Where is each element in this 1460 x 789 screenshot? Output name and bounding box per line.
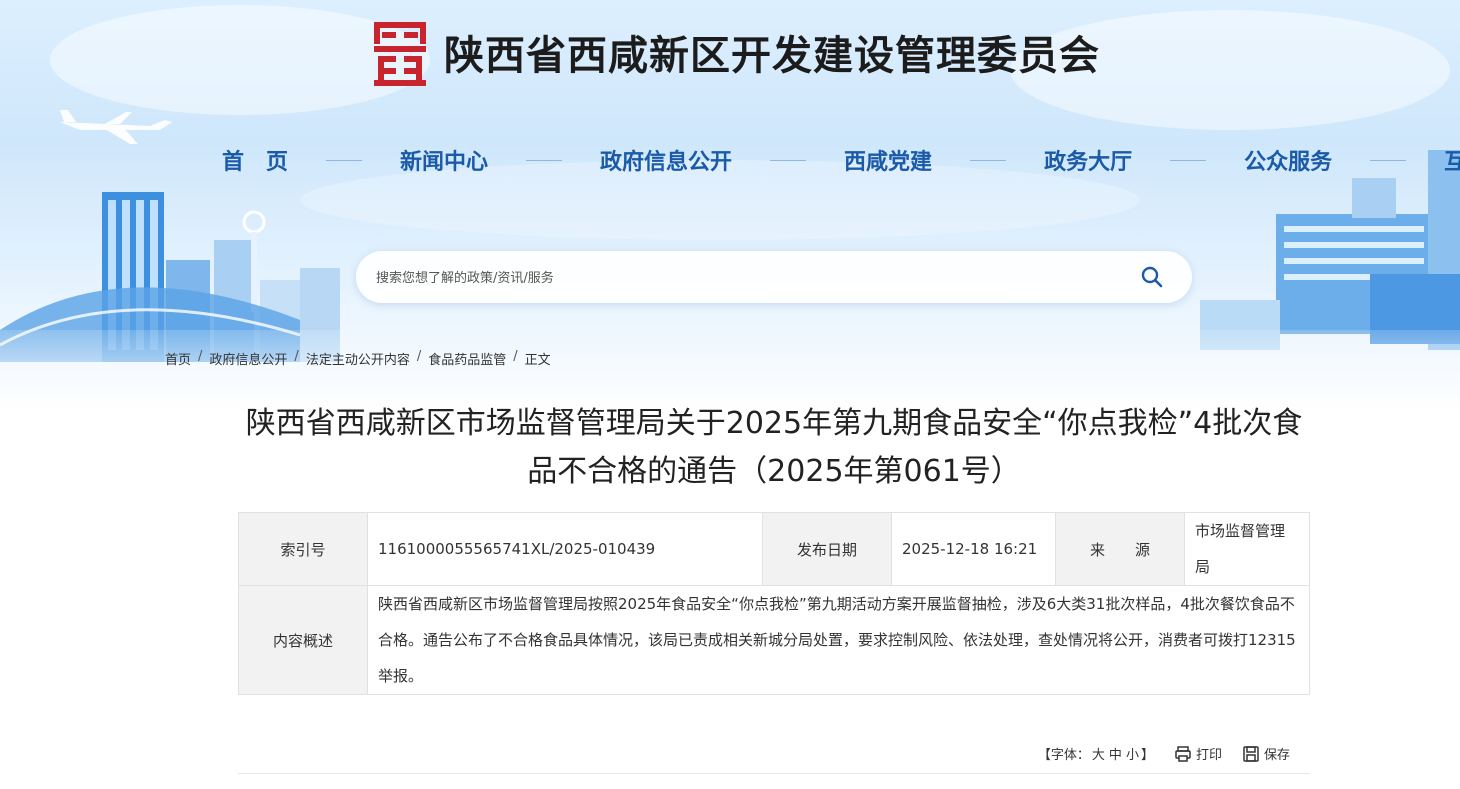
article-title: 陕西省西咸新区市场监督管理局关于2025年第九期食品安全“你点我检”4批次食品不…: [245, 406, 1303, 489]
save-label: 保存: [1263, 748, 1290, 763]
save-icon: [1243, 745, 1259, 762]
font-size-medium-button[interactable]: 中: [1109, 744, 1122, 763]
meta-row: 索引号 1161000055565741XL/2025-010439 发布日期 …: [238, 512, 1310, 586]
airplane-icon: [60, 110, 172, 144]
main-nav: 首 页 新闻中心 政府信息公开 西咸党建 政务大厅 公众服务 互动交流: [222, 142, 1460, 178]
nav-news-center[interactable]: 新闻中心: [400, 144, 488, 176]
breadcrumb-gov-info[interactable]: 政府信息公开: [209, 349, 287, 368]
content-divider: [238, 773, 1310, 774]
nav-home[interactable]: 首 页: [222, 144, 288, 176]
font-size-prefix: 【字体：: [1037, 748, 1090, 763]
breadcrumb-food-drug[interactable]: 食品药品监管: [428, 349, 506, 368]
nav-divider: [970, 159, 1007, 161]
summary-label: 内容概述: [238, 585, 368, 695]
source-label: 来 源: [1055, 512, 1185, 586]
nav-divider: [770, 159, 807, 161]
summary-value: 陕西省西咸新区市场监督管理局按照2025年食品安全“你点我检”第九期活动方案开展…: [367, 585, 1310, 695]
nav-service-hall[interactable]: 政务大厅: [1044, 144, 1132, 176]
printer-icon: [1175, 745, 1191, 762]
site-brand[interactable]: 陕西省西咸新区开发建设管理委员会: [370, 16, 1100, 88]
index-value: 1161000055565741XL/2025-010439: [367, 512, 763, 586]
breadcrumb-home[interactable]: 首页: [165, 349, 191, 368]
search-input[interactable]: [374, 264, 1118, 292]
source-value: 市场监督管理局: [1184, 512, 1310, 586]
index-label: 索引号: [238, 512, 368, 586]
article-meta-table: 索引号 1161000055565741XL/2025-010439 发布日期 …: [238, 512, 1310, 695]
breadcrumb: 首页 / 政府信息公开 / 法定主动公开内容 / 食品药品监管 / 正文: [165, 349, 551, 368]
publish-date-value: 2025-12-18 16:21: [891, 512, 1056, 586]
emblem-seal-icon: [374, 22, 426, 86]
nav-party-building[interactable]: 西咸党建: [844, 144, 932, 176]
breadcrumb-separator: /: [416, 349, 422, 364]
breadcrumb-separator: /: [198, 349, 203, 364]
search-bar: [356, 251, 1192, 303]
meta-row: 内容概述 陕西省西咸新区市场监督管理局按照2025年食品安全“你点我检”第九期活…: [238, 585, 1310, 695]
search-icon[interactable]: [1140, 265, 1164, 289]
site-title: 陕西省西咸新区开发建设管理委员会: [444, 33, 1100, 79]
print-button[interactable]: 打印: [1174, 744, 1222, 763]
font-size-suffix: 】: [1140, 748, 1154, 763]
publish-date-label: 发布日期: [762, 512, 892, 586]
nav-divider: [1170, 159, 1207, 161]
breadcrumb-statutory-content[interactable]: 法定主动公开内容: [306, 349, 410, 368]
nav-divider: [526, 159, 563, 161]
nav-interaction[interactable]: 互动交流: [1444, 144, 1460, 176]
article-tools: 【字体： 大 中 小 】 打印 保存: [1038, 744, 1290, 763]
nav-divider: [326, 159, 363, 161]
save-button[interactable]: 保存: [1242, 744, 1290, 763]
breadcrumb-separator: /: [294, 349, 299, 364]
breadcrumb-separator: /: [513, 349, 518, 364]
nav-divider: [1370, 159, 1407, 161]
font-size-small-button[interactable]: 小: [1126, 744, 1139, 763]
font-size-large-button[interactable]: 大: [1092, 744, 1105, 763]
header-banner: 陕西省西咸新区开发建设管理委员会 首 页 新闻中心 政府信息公开 西咸党建 政务…: [0, 0, 1460, 410]
print-label: 打印: [1195, 748, 1222, 763]
breadcrumb-current: 正文: [524, 353, 551, 368]
nav-public-service[interactable]: 公众服务: [1244, 144, 1332, 176]
nav-gov-info[interactable]: 政府信息公开: [600, 144, 732, 176]
